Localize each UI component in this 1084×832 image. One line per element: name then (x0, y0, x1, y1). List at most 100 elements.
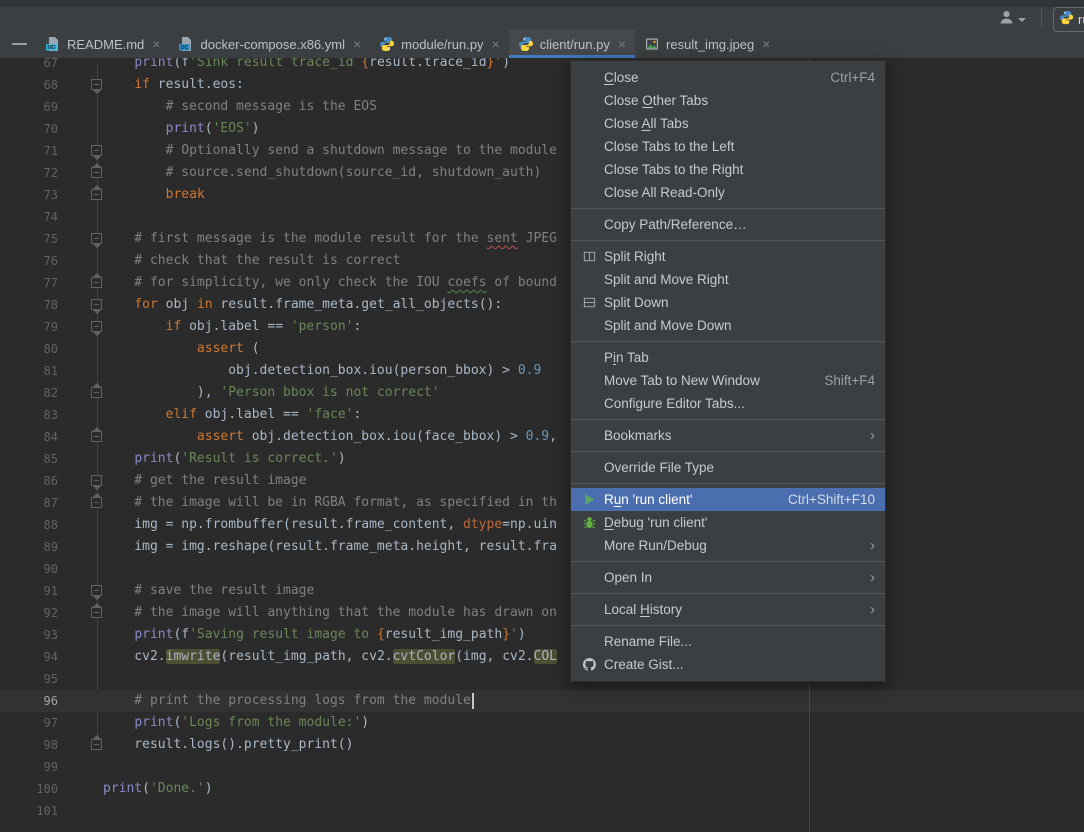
fold-marker[interactable] (91, 387, 102, 398)
line-number[interactable]: 95 (0, 668, 58, 690)
hide-tabs-button[interactable] (12, 43, 27, 45)
code-line: 88 img = np.frombuffer(result.frame_cont… (0, 514, 1084, 536)
run-configuration-label: ru (1078, 12, 1084, 27)
line-number[interactable]: 77 (0, 272, 58, 294)
line-number[interactable]: 97 (0, 712, 58, 734)
gutter-fold-column (58, 492, 103, 514)
fold-marker[interactable] (91, 189, 102, 200)
menu-item-close[interactable]: CloseCtrl+F4 (571, 66, 885, 89)
menu-item-label: Split Down (604, 295, 875, 310)
menu-item-run-run-client[interactable]: Run 'run client'Ctrl+Shift+F10 (571, 488, 885, 511)
line-number[interactable]: 75 (0, 228, 58, 250)
line-number[interactable]: 101 (0, 800, 58, 822)
line-number[interactable]: 96 (0, 690, 58, 712)
line-number[interactable]: 78 (0, 294, 58, 316)
close-icon[interactable]: × (353, 37, 361, 51)
menu-item-close-tabs-to-the-left[interactable]: Close Tabs to the Left (571, 135, 885, 158)
menu-item-close-all-tabs[interactable]: Close All Tabs (571, 112, 885, 135)
fold-marker[interactable] (91, 167, 102, 178)
tab-label: result_img.jpeg (666, 37, 754, 52)
menu-item-label: Rename File... (604, 634, 875, 649)
close-icon[interactable]: × (492, 37, 500, 51)
menu-item-split-and-move-right[interactable]: Split and Move Right (571, 268, 885, 291)
line-number[interactable]: 88 (0, 514, 58, 536)
fold-marker[interactable] (91, 497, 102, 508)
svg-text:MD: MD (47, 45, 56, 51)
run-configuration-selector[interactable]: ru (1053, 7, 1084, 32)
line-number[interactable]: 89 (0, 536, 58, 558)
menu-item-copy-path-reference[interactable]: Copy Path/Reference… (571, 213, 885, 236)
menu-item-open-in[interactable]: Open In› (571, 566, 885, 589)
fold-marker[interactable] (91, 475, 102, 486)
image-file-icon (644, 36, 660, 52)
code-editor[interactable]: 67 print(f'Sink result trace_id {result.… (0, 0, 1084, 832)
line-number[interactable]: 76 (0, 250, 58, 272)
line-number[interactable]: 86 (0, 470, 58, 492)
line-number[interactable]: 73 (0, 184, 58, 206)
line-number[interactable]: 74 (0, 206, 58, 228)
menu-item-override-file-type[interactable]: Override File Type (571, 456, 885, 479)
menu-item-local-history[interactable]: Local History› (571, 598, 885, 621)
tab-docker-compose-x86-yml[interactable]: DCdocker-compose.x86.yml× (169, 30, 370, 58)
menu-item-more-run-debug[interactable]: More Run/Debug› (571, 534, 885, 557)
line-number[interactable]: 84 (0, 426, 58, 448)
fold-marker[interactable] (91, 145, 102, 156)
menu-item-bookmarks[interactable]: Bookmarks› (571, 424, 885, 447)
user-account-button[interactable] (998, 9, 1026, 31)
menu-item-close-tabs-to-the-right[interactable]: Close Tabs to the Right (571, 158, 885, 181)
fold-marker[interactable] (91, 431, 102, 442)
line-number[interactable]: 80 (0, 338, 58, 360)
line-number[interactable]: 83 (0, 404, 58, 426)
fold-marker[interactable] (91, 585, 102, 596)
fold-marker[interactable] (91, 607, 102, 618)
line-number[interactable]: 100 (0, 778, 58, 800)
github-icon (579, 657, 599, 672)
line-number[interactable]: 82 (0, 382, 58, 404)
fold-marker[interactable] (91, 321, 102, 332)
line-number[interactable]: 71 (0, 140, 58, 162)
line-number[interactable]: 85 (0, 448, 58, 470)
tab-result-img-jpeg[interactable]: result_img.jpeg × (635, 30, 779, 58)
line-number[interactable]: 90 (0, 558, 58, 580)
line-number[interactable]: 92 (0, 602, 58, 624)
line-number[interactable]: 69 (0, 96, 58, 118)
close-icon[interactable]: × (618, 37, 626, 51)
line-number[interactable]: 72 (0, 162, 58, 184)
gutter-fold-column (58, 734, 103, 756)
line-number[interactable]: 91 (0, 580, 58, 602)
line-number[interactable]: 94 (0, 646, 58, 668)
line-number[interactable]: 87 (0, 492, 58, 514)
line-number[interactable]: 99 (0, 756, 58, 778)
gutter-fold-column (58, 316, 103, 338)
gutter-fold-column (58, 712, 103, 734)
menu-item-split-down[interactable]: Split Down (571, 291, 885, 314)
tab-client-run-py[interactable]: client/run.py× (509, 30, 635, 58)
fold-marker[interactable] (91, 277, 102, 288)
fold-marker[interactable] (91, 739, 102, 750)
menu-item-pin-tab[interactable]: Pin Tab (571, 346, 885, 369)
menu-item-debug-run-client[interactable]: Debug 'run client' (571, 511, 885, 534)
menu-item-split-and-move-down[interactable]: Split and Move Down (571, 314, 885, 337)
tab-module-run-py[interactable]: module/run.py× (370, 30, 509, 58)
close-icon[interactable]: × (762, 37, 770, 51)
line-number[interactable]: 93 (0, 624, 58, 646)
line-number[interactable]: 70 (0, 118, 58, 140)
menu-item-configure-editor-tabs[interactable]: Configure Editor Tabs... (571, 392, 885, 415)
line-number[interactable]: 79 (0, 316, 58, 338)
menu-item-close-all-read-only[interactable]: Close All Read-Only (571, 181, 885, 204)
line-number[interactable]: 98 (0, 734, 58, 756)
menu-item-split-right[interactable]: Split Right (571, 245, 885, 268)
menu-item-rename-file[interactable]: Rename File... (571, 630, 885, 653)
menu-item-move-tab-to-new-window[interactable]: Move Tab to New WindowShift+F4 (571, 369, 885, 392)
menu-item-close-other-tabs[interactable]: Close Other Tabs (571, 89, 885, 112)
fold-marker[interactable] (91, 299, 102, 310)
tab-context-menu: CloseCtrl+F4Close Other TabsClose All Ta… (570, 60, 886, 682)
submenu-arrow-icon: › (870, 570, 875, 585)
line-number[interactable]: 68 (0, 74, 58, 96)
fold-marker[interactable] (91, 233, 102, 244)
fold-marker[interactable] (91, 79, 102, 90)
close-icon[interactable]: × (152, 37, 160, 51)
menu-item-create-gist[interactable]: Create Gist... (571, 653, 885, 676)
tab-readme-md[interactable]: MDREADME.md× (36, 30, 169, 58)
line-number[interactable]: 81 (0, 360, 58, 382)
